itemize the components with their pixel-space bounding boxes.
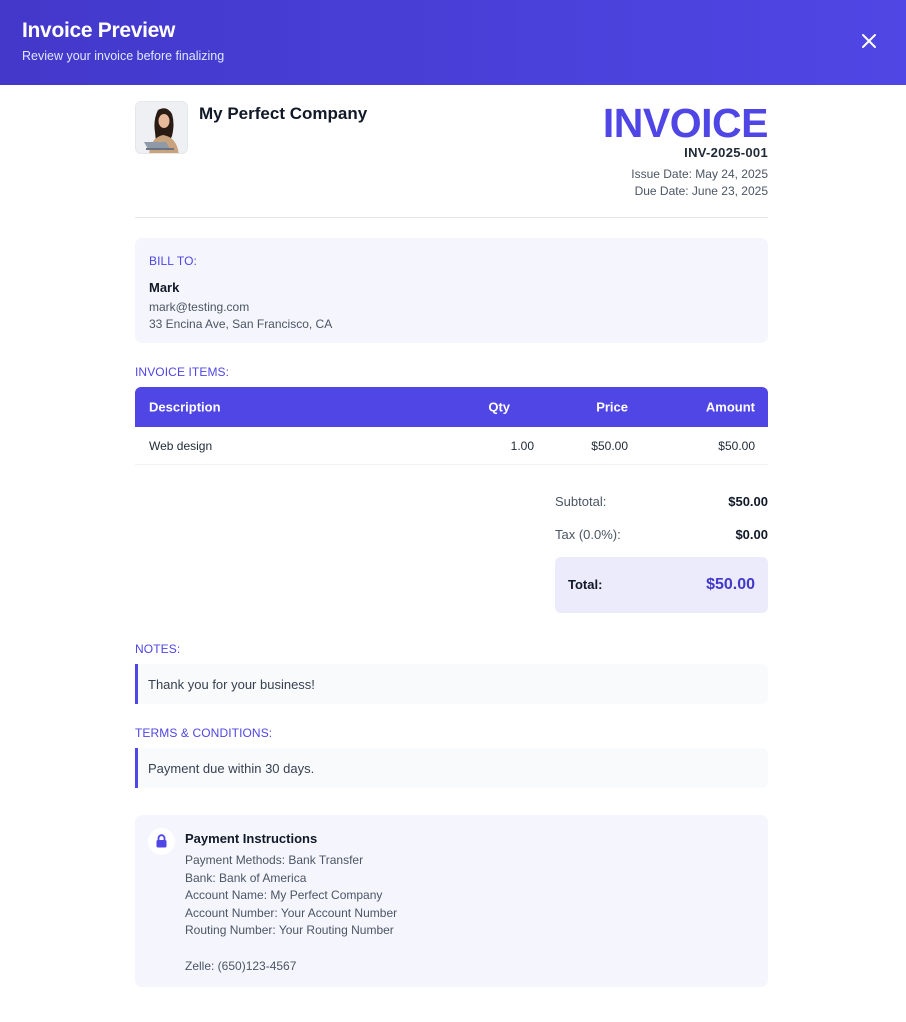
client-name: Mark — [149, 280, 180, 295]
company-logo — [135, 101, 188, 154]
terms-text: Payment due within 30 days. — [148, 761, 315, 776]
item-description: Web design — [149, 438, 213, 453]
subtotal-value: $50.00 — [728, 494, 768, 509]
due-date: Due Date: June 23, 2025 — [634, 184, 768, 198]
terms-label: TERMS & CONDITIONS: — [135, 726, 273, 740]
payment-line-spacer — [185, 940, 397, 958]
column-qty: Qty — [488, 399, 510, 415]
item-amount: $50.00 — [718, 438, 755, 453]
issue-date: Issue Date: May 24, 2025 — [631, 167, 768, 181]
payment-instructions-panel: Payment Instructions Payment Methods: Ba… — [135, 815, 768, 987]
notes-text: Thank you for your business! — [148, 677, 315, 692]
column-amount: Amount — [705, 399, 755, 415]
preview-header: Invoice Preview Review your invoice befo… — [0, 0, 906, 85]
close-icon — [862, 34, 876, 48]
column-price: Price — [596, 399, 628, 415]
invoice-sheet: My Perfect Company INVOICE INV-2025-001 … — [135, 85, 769, 1022]
total-value: $50.00 — [706, 576, 755, 593]
payment-line-zelle: Zelle: (650)123-4567 — [185, 958, 297, 973]
item-price: $50.00 — [591, 438, 628, 453]
lock-badge — [148, 828, 175, 855]
payment-line-bank: Bank: Bank of America — [185, 870, 307, 885]
column-description: Description — [149, 399, 221, 415]
header-title: Invoice Preview — [22, 19, 176, 42]
notes-label: NOTES: — [135, 642, 181, 656]
close-button[interactable] — [856, 28, 882, 54]
payment-line-account-name: Account Name: My Perfect Company — [185, 888, 383, 903]
payment-line-account-number: Account Number: Your Account Number — [185, 905, 398, 920]
payment-lines: Payment Methods: Bank Transfer Bank: Ban… — [185, 852, 397, 975]
invoice-number: INV-2025-001 — [684, 145, 768, 160]
payment-line-routing-number: Routing Number: Your Routing Number — [185, 923, 394, 938]
header-subtitle: Review your invoice before finalizing — [22, 49, 225, 63]
lock-icon — [156, 834, 167, 848]
header-divider — [135, 217, 768, 218]
bill-to-panel: BILL TO: Mark mark@testing.com 33 Encina… — [135, 238, 768, 343]
subtotal-label: Subtotal: — [555, 494, 607, 509]
client-address: 33 Encina Ave, San Francisco, CA — [149, 317, 333, 331]
terms-box: Payment due within 30 days. — [135, 748, 768, 788]
tax-label: Tax (0.0%): — [555, 527, 621, 542]
items-table-header: Description Qty Price Amount — [135, 387, 768, 427]
invoice-heading: INVOICE — [602, 100, 769, 146]
payment-line-methods: Payment Methods: Bank Transfer — [185, 853, 364, 867]
client-email: mark@testing.com — [149, 300, 250, 314]
company-name: My Perfect Company — [199, 104, 368, 123]
tax-value: $0.00 — [735, 527, 768, 542]
total-panel: Total: $50.00 — [555, 557, 768, 613]
payment-title: Payment Instructions — [185, 831, 318, 846]
notes-box: Thank you for your business! — [135, 664, 768, 704]
item-qty: 1.00 — [510, 438, 534, 453]
bill-to-label: BILL TO: — [149, 254, 197, 268]
total-label: Total: — [568, 577, 603, 592]
invoice-items-label: INVOICE ITEMS: — [135, 365, 230, 379]
items-table: Description Qty Price Amount Web design … — [135, 387, 768, 465]
table-row: Web design 1.00 $50.00 $50.00 — [135, 427, 768, 465]
